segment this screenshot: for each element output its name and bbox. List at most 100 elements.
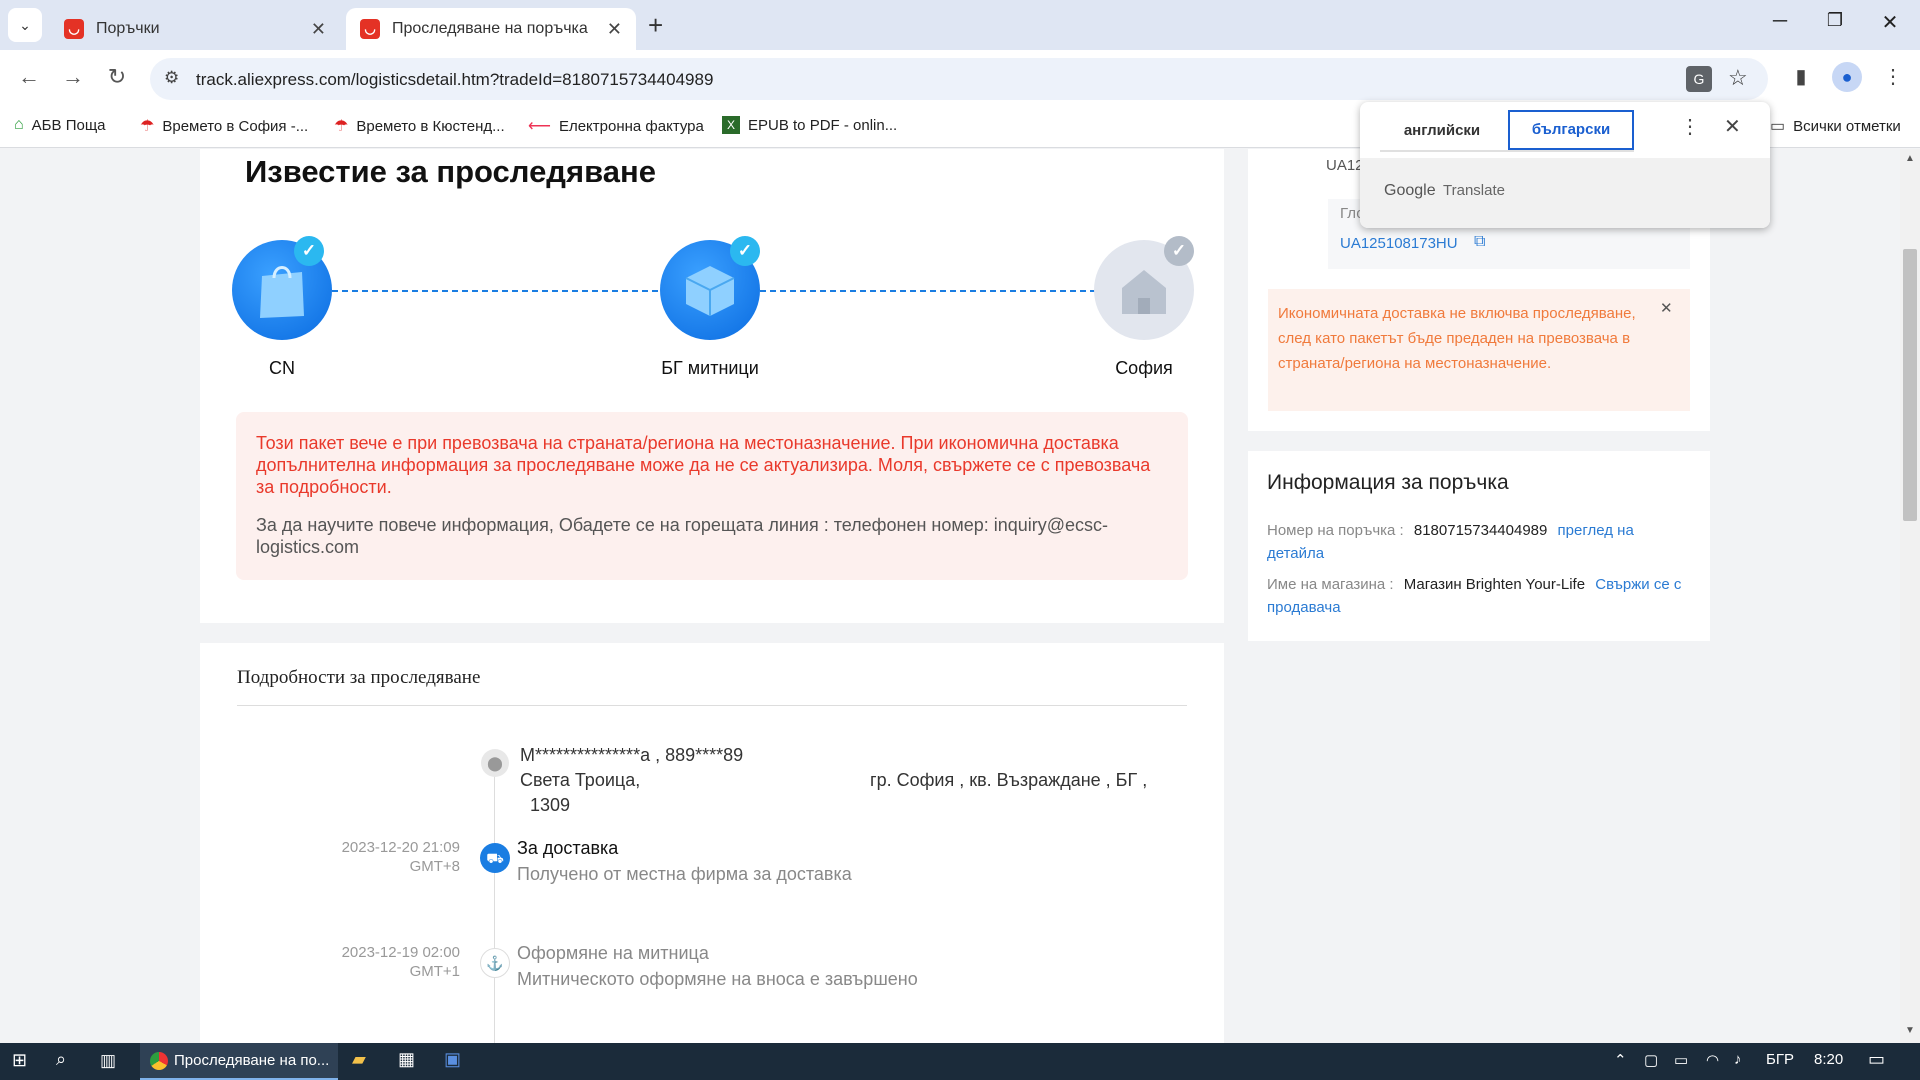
bookmark-item[interactable]: X EPUB to PDF - onlin... (722, 116, 897, 134)
check-badge-icon: ✓ (730, 236, 760, 266)
address-line-2b: гр. София , кв. Възраждане , БГ , (870, 770, 1148, 790)
economy-warning: Икономичната доставка не включва прослед… (1268, 289, 1690, 411)
copy-icon[interactable]: ⧉ (1474, 233, 1485, 251)
tab-orders[interactable]: ◡ Поръчки ✕ (50, 8, 340, 50)
chrome-icon (150, 1052, 168, 1070)
order-number-row: Номер на поръчка : 8180715734404989 прег… (1267, 519, 1695, 565)
customs-node: ✓ (660, 236, 760, 340)
delivery-truck-icon: ⛟ (480, 843, 510, 873)
windows-start-icon[interactable]: ⊞ (12, 1050, 27, 1071)
battery-icon[interactable]: ▭ (1674, 1051, 1688, 1069)
reload-icon[interactable]: ↻ (102, 64, 132, 90)
lang-source-tab[interactable]: английски (1380, 112, 1504, 150)
new-tab-button[interactable]: + (648, 10, 663, 41)
google-brand: Google (1384, 182, 1436, 199)
timeline-line (494, 759, 495, 1043)
order-number-label: Номер на поръчка : (1267, 522, 1404, 539)
minimize-button[interactable]: ─ (1760, 10, 1800, 33)
wifi-icon[interactable]: ◠ (1706, 1051, 1719, 1069)
profile-avatar[interactable]: ● (1832, 62, 1862, 92)
forward-icon[interactable]: → (58, 64, 88, 90)
alert-message: Този пакет вече е при превозвача на стра… (256, 433, 1151, 497)
event-subtitle: Митническото оформяне на вноса е завърше… (517, 969, 918, 989)
back-icon[interactable]: ← (14, 64, 44, 90)
aliexpress-favicon-icon: ◡ (360, 19, 380, 39)
taskbar-chrome-app[interactable]: Проследяване на по... (140, 1043, 338, 1080)
order-number: 8180715734404989 (1413, 522, 1548, 539)
tab-strip: ⌄ ◡ Поръчки ✕ ◡ Проследяване на поръчка … (0, 0, 1920, 50)
page-content: Известие за проследяване ✓ ✓ ✓ CN БГ мит… (0, 149, 1900, 1043)
input-language[interactable]: БГР (1766, 1051, 1794, 1068)
scrollbar-thumb[interactable] (1903, 249, 1917, 521)
file-explorer-icon[interactable]: ▰ (352, 1049, 366, 1070)
carrier-alert: Този пакет вече е при превозвача на стра… (236, 412, 1188, 580)
tracking-notice-card: Известие за проследяване ✓ ✓ ✓ CN БГ мит… (200, 149, 1224, 623)
bookmark-item[interactable]: ☂ Времето в София -... (140, 116, 308, 136)
event-subtitle: Получено от местна фирма за доставка (517, 864, 852, 884)
details-title: Подробности за проследяване (237, 667, 481, 688)
address-bar[interactable]: ⚙ track.aliexpress.com/logisticsdetail.h… (150, 58, 1768, 100)
close-translate-icon[interactable]: ✕ (1724, 114, 1741, 139)
package-icon (685, 266, 735, 316)
address-line-2a: Света Троица, (520, 770, 641, 790)
site-info-icon[interactable]: ⚙ (164, 68, 179, 88)
tracking-details-card: Подробности за проследяване ⬤ М*********… (200, 643, 1224, 1043)
bookmark-star-icon[interactable]: ☆ (1728, 65, 1748, 91)
epub-icon: X (722, 116, 740, 134)
order-info-card: Информация за поръчка Номер на поръчка :… (1248, 451, 1710, 641)
clock[interactable]: 8:20 (1814, 1051, 1843, 1068)
tab-search-button[interactable]: ⌄ (8, 8, 42, 42)
tab-tracking[interactable]: ◡ Проследяване на поръчка ✕ (346, 8, 636, 50)
calculator-icon[interactable]: ▦ (398, 1049, 415, 1070)
close-tab-icon[interactable]: ✕ (607, 19, 622, 40)
url-text[interactable]: track.aliexpress.com/logisticsdetail.htm… (196, 70, 713, 90)
umbrella-icon: ☂ (334, 118, 349, 135)
location-pin-icon: ⬤ (481, 749, 509, 777)
bookmark-item[interactable]: ⌂ АБВ Поща (14, 116, 106, 134)
close-warning-icon[interactable]: ✕ (1660, 299, 1673, 317)
divider (237, 705, 1187, 706)
bookmark-item[interactable]: ⟵ Електронна фактура (528, 116, 704, 136)
aliexpress-favicon-icon: ◡ (64, 19, 84, 39)
close-tab-icon[interactable]: ✕ (311, 19, 326, 40)
all-bookmarks[interactable]: ▭ Всички отметки (1770, 116, 1901, 136)
global-tracking-number[interactable]: UA125108173HU (1340, 235, 1458, 252)
tracking-partial: UA12 (1326, 157, 1364, 174)
notifications-icon[interactable]: ▭ (1868, 1049, 1885, 1070)
folder-icon: ▭ (1770, 118, 1786, 135)
page-scrollbar[interactable]: ▲ ▼ (1900, 149, 1920, 1043)
bookmark-item[interactable]: ☂ Времето в Кюстенд... (334, 116, 505, 136)
tray-chevron-icon[interactable]: ⌃ (1614, 1051, 1627, 1069)
restore-button[interactable]: ❐ (1815, 10, 1855, 31)
order-info-title: Информация за поръчка (1267, 471, 1509, 494)
search-icon[interactable]: ⌕ (56, 1049, 66, 1070)
translate-icon[interactable]: G (1686, 66, 1712, 92)
destination-node: ✓ (1094, 236, 1194, 340)
close-window-button[interactable]: ✕ (1870, 10, 1910, 35)
address-line-1: М***************а , 889****89 (520, 745, 744, 765)
event-time: 2023-12-20 21:09 GMT+8 (341, 839, 460, 875)
warning-text: Икономичната доставка не включва прослед… (1278, 305, 1636, 372)
windows-taskbar: ⊞ ⌕ ▥ Проследяване на по... ▰ ▦ ▣ ⌃ ▢ ▭ … (0, 1043, 1920, 1080)
volume-icon[interactable]: ♪ (1734, 1051, 1742, 1068)
shopping-bag-icon (260, 266, 304, 318)
event-title: Оформяне на митница (517, 943, 709, 963)
lang-target-tab[interactable]: български (1508, 110, 1634, 150)
translate-popup: английски български ⋮ ✕ Google Translate (1360, 102, 1770, 228)
taskbar-app-title: Проследяване на по... (174, 1052, 330, 1069)
customs-label: БГ митници (661, 358, 759, 378)
save-app-icon[interactable]: ▣ (444, 1049, 461, 1070)
side-panel-icon[interactable]: ▮ (1786, 64, 1816, 89)
customs-anchor-icon: ⚓ (480, 948, 510, 978)
store-name: Магазин Brighten Your-Life (1403, 576, 1586, 593)
translate-options-icon[interactable]: ⋮ (1680, 114, 1700, 139)
tab-title: Поръчки (96, 20, 160, 37)
scroll-up-icon[interactable]: ▲ (1905, 153, 1915, 164)
task-view-icon[interactable]: ▥ (100, 1051, 116, 1071)
menu-kebab-icon[interactable]: ⋮ (1878, 64, 1908, 89)
scroll-down-icon[interactable]: ▼ (1905, 1025, 1915, 1036)
meet-icon[interactable]: ▢ (1644, 1051, 1658, 1069)
address-line-3: 1309 (530, 795, 571, 815)
origin-label: CN (269, 358, 295, 378)
event-title: За доставка (517, 838, 619, 858)
